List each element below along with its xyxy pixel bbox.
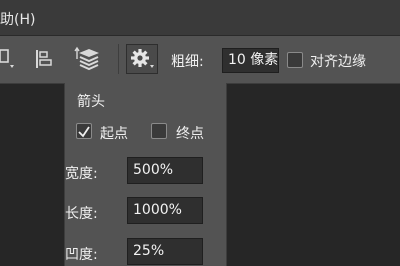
width-input[interactable]: 500% bbox=[127, 157, 203, 184]
toolbar-separator bbox=[118, 44, 119, 74]
width-label: 宽度: bbox=[65, 166, 98, 182]
align-bottom-icon[interactable] bbox=[34, 48, 56, 70]
panel-title: 箭头 bbox=[77, 94, 105, 110]
align-edges-checkbox[interactable] bbox=[287, 52, 303, 68]
length-input[interactable]: 1000% bbox=[127, 197, 203, 224]
thickness-input[interactable]: 10 像素 bbox=[222, 48, 279, 73]
align-edges-label: 对齐边缘 bbox=[310, 54, 366, 70]
end-point-checkbox[interactable] bbox=[151, 123, 167, 139]
end-point-label: 终点 bbox=[176, 126, 204, 142]
arrange-layers-icon[interactable] bbox=[74, 46, 104, 72]
checkmark-icon bbox=[78, 126, 90, 138]
start-point-label: 起点 bbox=[100, 126, 128, 142]
start-point-checkbox[interactable] bbox=[76, 123, 92, 139]
gear-icon bbox=[131, 49, 154, 68]
shape-dropdown-icon[interactable] bbox=[0, 48, 16, 70]
concavity-input[interactable]: 25% bbox=[127, 238, 203, 265]
thickness-label: 粗细: bbox=[171, 54, 204, 70]
options-toolbar: 粗细: 10 像素 对齐边缘 bbox=[0, 36, 400, 84]
geometry-options-button[interactable] bbox=[126, 44, 158, 74]
concavity-label: 凹度: bbox=[65, 247, 98, 263]
length-label: 长度: bbox=[65, 206, 98, 222]
help-menu[interactable]: 助(H) bbox=[0, 9, 35, 29]
menu-bar: 助(H) bbox=[0, 0, 400, 36]
arrow-options-panel: 箭头 起点 终点 宽度: 500% 长度: 1000% 凹度: 25% bbox=[64, 83, 227, 266]
